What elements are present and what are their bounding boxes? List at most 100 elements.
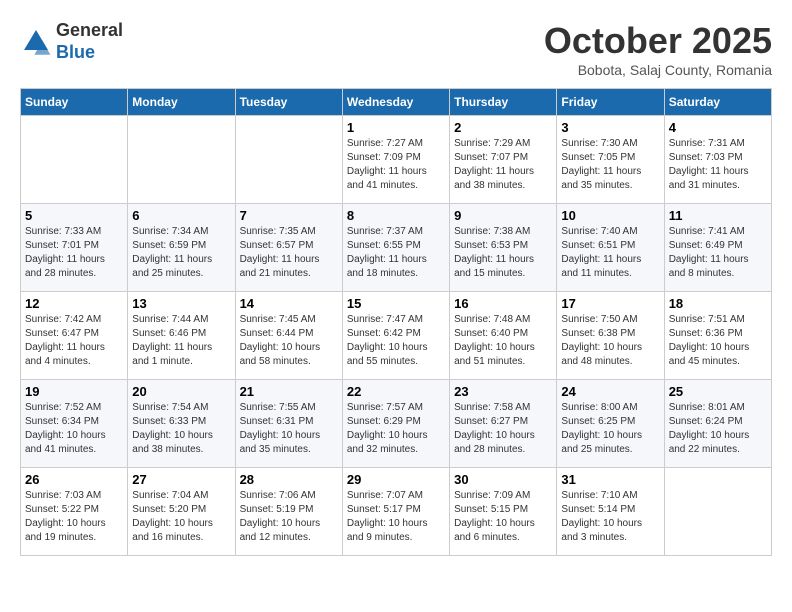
week-row-3: 12 Sunrise: 7:42 AM Sunset: 6:47 PM Dayli… (21, 292, 772, 380)
day-info: Sunrise: 7:31 AM Sunset: 7:03 PM Dayligh… (669, 137, 767, 193)
day-info: Sunrise: 7:51 AM Sunset: 6:36 PM Dayligh… (669, 313, 767, 369)
weekday-header-friday: Friday (557, 89, 664, 116)
day-number: 2 (454, 120, 552, 135)
day-info: Sunrise: 7:34 AM Sunset: 6:59 PM Dayligh… (132, 225, 230, 281)
location-subtitle: Bobota, Salaj County, Romania (544, 62, 772, 78)
day-info: Sunrise: 7:38 AM Sunset: 6:53 PM Dayligh… (454, 225, 552, 281)
day-info: Sunrise: 7:44 AM Sunset: 6:46 PM Dayligh… (132, 313, 230, 369)
calendar-cell: 3Sunrise: 7:30 AM Sunset: 7:05 PM Daylig… (557, 116, 664, 204)
calendar-cell: 22Sunrise: 7:57 AM Sunset: 6:29 PM Dayli… (342, 380, 449, 468)
weekday-header-thursday: Thursday (450, 89, 557, 116)
calendar-cell: 13 Sunrise: 7:44 AM Sunset: 6:46 PM Dayli… (128, 292, 235, 380)
calendar-cell: 12 Sunrise: 7:42 AM Sunset: 6:47 PM Dayli… (21, 292, 128, 380)
weekday-header-row: SundayMondayTuesdayWednesdayThursdayFrid… (21, 89, 772, 116)
day-number: 18 (669, 296, 767, 311)
weekday-header-saturday: Saturday (664, 89, 771, 116)
day-info: Sunrise: 7:27 AM Sunset: 7:09 PM Dayligh… (347, 137, 445, 193)
day-info: Sunrise: 7:54 AM Sunset: 6:33 PM Dayligh… (132, 401, 230, 457)
week-row-1: 1 Sunrise: 7:27 AM Sunset: 7:09 PM Daylig… (21, 116, 772, 204)
day-number: 23 (454, 384, 552, 399)
day-number: 29 (347, 472, 445, 487)
day-number: 14 (240, 296, 338, 311)
calendar-cell: 28 Sunrise: 7:06 AM Sunset: 5:19 PM Dayli… (235, 468, 342, 556)
day-number: 15 (347, 296, 445, 311)
day-info: Sunrise: 7:09 AM Sunset: 5:15 PM Dayligh… (454, 489, 552, 545)
day-number: 9 (454, 208, 552, 223)
calendar-cell: 10 Sunrise: 7:40 AM Sunset: 6:51 PM Dayli… (557, 204, 664, 292)
day-number: 5 (25, 208, 123, 223)
title-block: October 2025 Bobota, Salaj County, Roman… (544, 20, 772, 78)
calendar-cell: 2 Sunrise: 7:29 AM Sunset: 7:07 PM Daylig… (450, 116, 557, 204)
weekday-header-tuesday: Tuesday (235, 89, 342, 116)
logo-icon (20, 26, 52, 58)
day-number: 31 (561, 472, 659, 487)
day-number: 28 (240, 472, 338, 487)
day-info: Sunrise: 7:40 AM Sunset: 6:51 PM Dayligh… (561, 225, 659, 281)
calendar-cell: 24Sunrise: 8:00 AM Sunset: 6:25 PM Dayli… (557, 380, 664, 468)
calendar-cell: 8 Sunrise: 7:37 AM Sunset: 6:55 PM Daylig… (342, 204, 449, 292)
day-number: 22 (347, 384, 445, 399)
logo-text: General Blue (56, 20, 123, 63)
calendar-cell: 6Sunrise: 7:34 AM Sunset: 6:59 PM Daylig… (128, 204, 235, 292)
calendar-cell: 29Sunrise: 7:07 AM Sunset: 5:17 PM Dayli… (342, 468, 449, 556)
day-number: 1 (347, 120, 445, 135)
day-number: 13 (132, 296, 230, 311)
calendar-cell: 15 Sunrise: 7:47 AM Sunset: 6:42 PM Dayli… (342, 292, 449, 380)
logo-general: General (56, 20, 123, 42)
day-number: 8 (347, 208, 445, 223)
day-info: Sunrise: 8:01 AM Sunset: 6:24 PM Dayligh… (669, 401, 767, 457)
day-info: Sunrise: 7:55 AM Sunset: 6:31 PM Dayligh… (240, 401, 338, 457)
day-number: 26 (25, 472, 123, 487)
day-info: Sunrise: 7:29 AM Sunset: 7:07 PM Dayligh… (454, 137, 552, 193)
day-number: 16 (454, 296, 552, 311)
calendar-cell: 18 Sunrise: 7:51 AM Sunset: 6:36 PM Dayli… (664, 292, 771, 380)
day-info: Sunrise: 7:04 AM Sunset: 5:20 PM Dayligh… (132, 489, 230, 545)
day-number: 7 (240, 208, 338, 223)
day-info: Sunrise: 7:42 AM Sunset: 6:47 PM Dayligh… (25, 313, 123, 369)
calendar-table: SundayMondayTuesdayWednesdayThursdayFrid… (20, 88, 772, 556)
day-number: 20 (132, 384, 230, 399)
day-number: 17 (561, 296, 659, 311)
calendar-cell: 31Sunrise: 7:10 AM Sunset: 5:14 PM Dayli… (557, 468, 664, 556)
day-number: 12 (25, 296, 123, 311)
calendar-cell: 21Sunrise: 7:55 AM Sunset: 6:31 PM Dayli… (235, 380, 342, 468)
day-info: Sunrise: 7:03 AM Sunset: 5:22 PM Dayligh… (25, 489, 123, 545)
day-number: 25 (669, 384, 767, 399)
calendar-cell: 5 Sunrise: 7:33 AM Sunset: 7:01 PM Daylig… (21, 204, 128, 292)
calendar-cell (128, 116, 235, 204)
day-info: Sunrise: 7:58 AM Sunset: 6:27 PM Dayligh… (454, 401, 552, 457)
calendar-cell: 16 Sunrise: 7:48 AM Sunset: 6:40 PM Dayli… (450, 292, 557, 380)
day-info: Sunrise: 7:06 AM Sunset: 5:19 PM Dayligh… (240, 489, 338, 545)
calendar-cell: 7 Sunrise: 7:35 AM Sunset: 6:57 PM Daylig… (235, 204, 342, 292)
weekday-header-sunday: Sunday (21, 89, 128, 116)
day-number: 4 (669, 120, 767, 135)
day-info: Sunrise: 7:41 AM Sunset: 6:49 PM Dayligh… (669, 225, 767, 281)
calendar-cell: 20 Sunrise: 7:54 AM Sunset: 6:33 PM Dayli… (128, 380, 235, 468)
day-info: Sunrise: 7:37 AM Sunset: 6:55 PM Dayligh… (347, 225, 445, 281)
day-info: Sunrise: 7:47 AM Sunset: 6:42 PM Dayligh… (347, 313, 445, 369)
day-info: Sunrise: 7:35 AM Sunset: 6:57 PM Dayligh… (240, 225, 338, 281)
calendar-cell: 9 Sunrise: 7:38 AM Sunset: 6:53 PM Daylig… (450, 204, 557, 292)
calendar-cell: 17Sunrise: 7:50 AM Sunset: 6:38 PM Dayli… (557, 292, 664, 380)
logo-blue: Blue (56, 42, 123, 64)
day-info: Sunrise: 7:52 AM Sunset: 6:34 PM Dayligh… (25, 401, 123, 457)
week-row-5: 26 Sunrise: 7:03 AM Sunset: 5:22 PM Dayli… (21, 468, 772, 556)
logo: General Blue (20, 20, 123, 63)
month-title: October 2025 (544, 20, 772, 62)
day-info: Sunrise: 8:00 AM Sunset: 6:25 PM Dayligh… (561, 401, 659, 457)
day-number: 10 (561, 208, 659, 223)
weekday-header-monday: Monday (128, 89, 235, 116)
weekday-header-wednesday: Wednesday (342, 89, 449, 116)
page-header: General Blue October 2025 Bobota, Salaj … (20, 20, 772, 78)
day-number: 27 (132, 472, 230, 487)
day-info: Sunrise: 7:48 AM Sunset: 6:40 PM Dayligh… (454, 313, 552, 369)
day-info: Sunrise: 7:33 AM Sunset: 7:01 PM Dayligh… (25, 225, 123, 281)
calendar-cell: 26 Sunrise: 7:03 AM Sunset: 5:22 PM Dayli… (21, 468, 128, 556)
day-number: 19 (25, 384, 123, 399)
calendar-cell: 19 Sunrise: 7:52 AM Sunset: 6:34 PM Dayli… (21, 380, 128, 468)
calendar-cell: 14Sunrise: 7:45 AM Sunset: 6:44 PM Dayli… (235, 292, 342, 380)
week-row-4: 19 Sunrise: 7:52 AM Sunset: 6:34 PM Dayli… (21, 380, 772, 468)
calendar-cell: 11Sunrise: 7:41 AM Sunset: 6:49 PM Dayli… (664, 204, 771, 292)
calendar-cell: 27 Sunrise: 7:04 AM Sunset: 5:20 PM Dayli… (128, 468, 235, 556)
calendar-cell (21, 116, 128, 204)
